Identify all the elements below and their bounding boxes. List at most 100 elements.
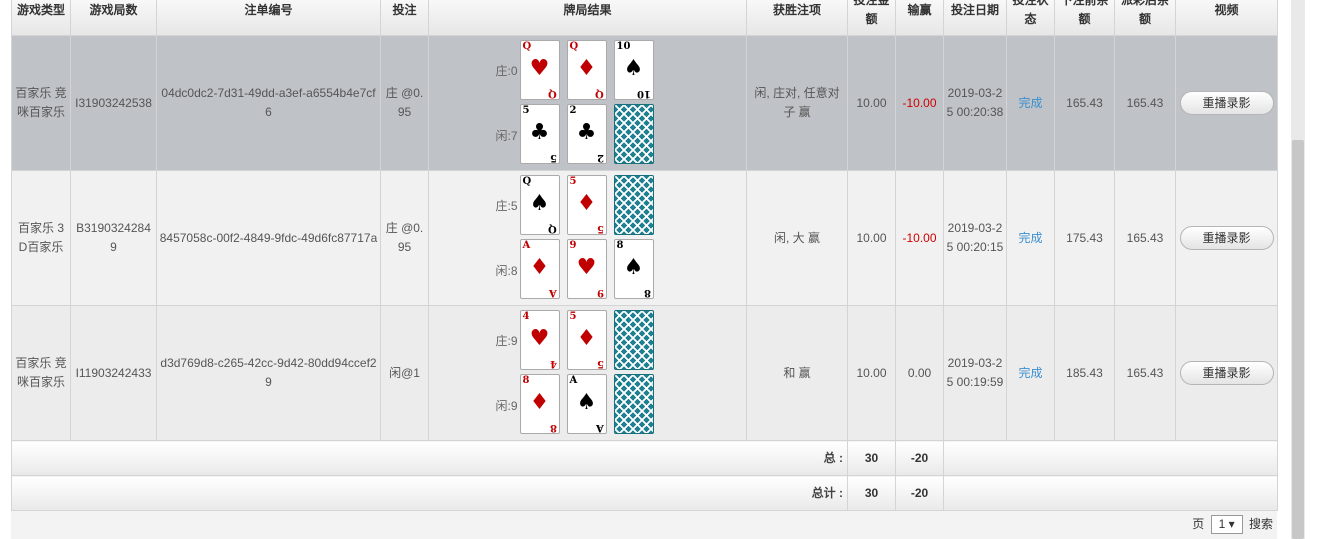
page-select[interactable]: 1 ▾ xyxy=(1210,515,1243,535)
round-id-cell: B31903242849 xyxy=(70,170,157,306)
bet-history-table: 游戏类型 游戏局数 注单编号 投注 牌局结果 获胜注项 投注金额 输赢 投注日期 投注状态 下注前余… xyxy=(11,0,1278,511)
table-row[interactable]: 百家乐 竞咪百家乐 I11903242433 d3d769d8-c265-42cc-… xyxy=(11,305,1278,441)
card-suit-icon: ♥ xyxy=(576,255,597,280)
card-rank: 5 xyxy=(596,358,604,369)
card-rank: 10 xyxy=(636,88,651,99)
totals-empty xyxy=(943,475,1278,511)
pagination-bar: 页 1 ▾ 搜索 xyxy=(11,511,1277,539)
card-rank: Q xyxy=(547,88,557,99)
win-loss-cell: -10.00 xyxy=(895,35,944,171)
bet-id-cell: 04dc0dc2-7d31-49dd-a3ef-a6554b4e7cf6 xyxy=(156,35,381,171)
banker-score: 庄:9 xyxy=(495,334,518,348)
card-rank: Q xyxy=(522,176,532,187)
bet-status-text: 完成 xyxy=(1018,230,1043,245)
playing-card: 2 ♣ 2 xyxy=(566,104,607,164)
bet-date-text: 2019-03-25 00:19:59 xyxy=(946,356,1004,389)
bet-date-cell: 2019-03-25 00:20:38 xyxy=(943,35,1007,171)
card-layout: 庄:9 闲:9 4 ♥ 4 5 ♦ 5 8 ♦ 8 A ♠ A xyxy=(488,307,688,439)
bet-cell: 庄 @0.95 xyxy=(380,35,429,171)
card-back xyxy=(613,374,654,434)
total-win-loss: -20 xyxy=(895,440,944,476)
bet-status-cell: 完成 xyxy=(1006,35,1055,171)
playing-card: A ♠ A xyxy=(566,374,607,434)
card-layout: 庄:0 闲:7 Q ♥ Q Q ♦ Q 10 ♠ 10 5 ♣ 5 2 ♣ 2 xyxy=(488,37,688,169)
playing-card: 4 ♥ 4 xyxy=(519,310,560,370)
card-rank: Q xyxy=(522,41,532,52)
winning-bets-cell: 闲, 大 赢 xyxy=(746,170,848,306)
card-suit-icon: ♦ xyxy=(529,390,550,415)
balance-before-cell: 165.43 xyxy=(1054,35,1115,171)
card-rank: 4 xyxy=(522,311,530,322)
balance-after-text: 165.43 xyxy=(1126,95,1164,110)
playing-card: 9 ♥ 9 xyxy=(566,239,607,299)
table-row[interactable]: 百家乐 3D百家乐 B31903242849 8457058c-00f2-4849-… xyxy=(11,170,1278,306)
page-label: 页 xyxy=(1192,517,1205,531)
card-rank: A xyxy=(595,422,604,433)
column-header: 游戏类型 xyxy=(11,0,71,36)
card-suit-icon: ♣ xyxy=(576,120,597,145)
banker-score: 庄:0 xyxy=(495,64,518,78)
totals-label: 总计 : xyxy=(11,475,848,511)
card-back xyxy=(613,310,654,370)
card-rank: Q xyxy=(547,223,557,234)
card-rank: 8 xyxy=(549,422,557,433)
column-header: 获胜注项 xyxy=(746,0,848,36)
card-suit-icon: ♠ xyxy=(529,191,550,216)
totals-label: 总 : xyxy=(11,440,848,476)
bet-cell: 庄 @0.95 xyxy=(380,170,429,306)
column-header: 输赢 xyxy=(895,0,944,36)
card-rank: 2 xyxy=(596,152,604,163)
player-score: 闲:9 xyxy=(495,399,518,413)
win-loss-cell: -10.00 xyxy=(895,170,944,306)
card-rank: Q xyxy=(594,88,604,99)
bet-date-text: 2019-03-25 00:20:15 xyxy=(946,221,1004,254)
bet-status-cell: 完成 xyxy=(1006,305,1055,441)
total-win-loss: -20 xyxy=(895,475,944,511)
card-suit-icon: ♦ xyxy=(576,191,597,216)
winning-bets-text: 和 赢 xyxy=(783,365,811,380)
balance-before-text: 175.43 xyxy=(1066,230,1103,245)
win-loss-text: 0.00 xyxy=(907,365,932,380)
playing-card: 8 ♠ 8 xyxy=(613,239,654,299)
column-header: 视频 xyxy=(1175,0,1278,36)
card-suit-icon: ♦ xyxy=(529,255,550,280)
winning-bets-text: 闲, 大 赢 xyxy=(773,230,820,245)
card-rank: A xyxy=(548,287,557,298)
playing-card: Q ♠ Q xyxy=(519,175,560,235)
total-amount: 30 xyxy=(847,440,896,476)
bet-id-cell: d3d769d8-c265-42cc-9d42-80dd94ccef29 xyxy=(156,305,381,441)
balance-after-cell: 165.43 xyxy=(1114,35,1176,171)
column-header: 下注前余额 xyxy=(1054,0,1115,36)
bet-status-text: 完成 xyxy=(1018,365,1043,380)
column-header: 投注金额 xyxy=(847,0,896,36)
replay-video-button[interactable]: 重播录影 xyxy=(1179,91,1274,115)
bet-amount-cell: 10.00 xyxy=(847,305,896,441)
card-suit-icon: ♥ xyxy=(529,326,550,351)
bet-amount-cell: 10.00 xyxy=(847,170,896,306)
replay-video-button[interactable]: 重播录影 xyxy=(1179,226,1274,250)
winning-bets-cell: 闲, 庄对, 任意对子 赢 xyxy=(746,35,848,171)
column-header: 投注状态 xyxy=(1006,0,1055,36)
card-rank: 5 xyxy=(569,311,577,322)
balance-before-cell: 185.43 xyxy=(1054,305,1115,441)
card-back xyxy=(613,175,654,235)
card-rank: 4 xyxy=(549,358,557,369)
playing-card: 5 ♦ 5 xyxy=(566,310,607,370)
player-score: 闲:7 xyxy=(495,129,518,143)
table-row[interactable]: 百家乐 竞咪百家乐 I31903242538 04dc0dc2-7d31-49dd-… xyxy=(11,35,1278,171)
bet-status-text: 完成 xyxy=(1018,95,1043,110)
player-score: 闲:8 xyxy=(495,264,518,278)
scrollbar-thumb[interactable] xyxy=(1292,140,1304,539)
column-header: 投注 xyxy=(380,0,429,36)
card-rank: 5 xyxy=(522,105,530,116)
playing-card: Q ♦ Q xyxy=(566,40,607,100)
playing-card: 8 ♦ 8 xyxy=(519,374,560,434)
banker-score: 庄:5 xyxy=(495,199,518,213)
game-type-cell: 百家乐 竞咪百家乐 xyxy=(11,305,71,441)
search-link[interactable]: 搜索 xyxy=(1249,517,1273,531)
card-suit-icon: ♥ xyxy=(529,56,550,81)
column-header: 牌局结果 xyxy=(428,0,747,36)
card-rank: 5 xyxy=(596,223,604,234)
replay-video-button[interactable]: 重播录影 xyxy=(1179,361,1274,385)
balance-after-cell: 165.43 xyxy=(1114,305,1176,441)
